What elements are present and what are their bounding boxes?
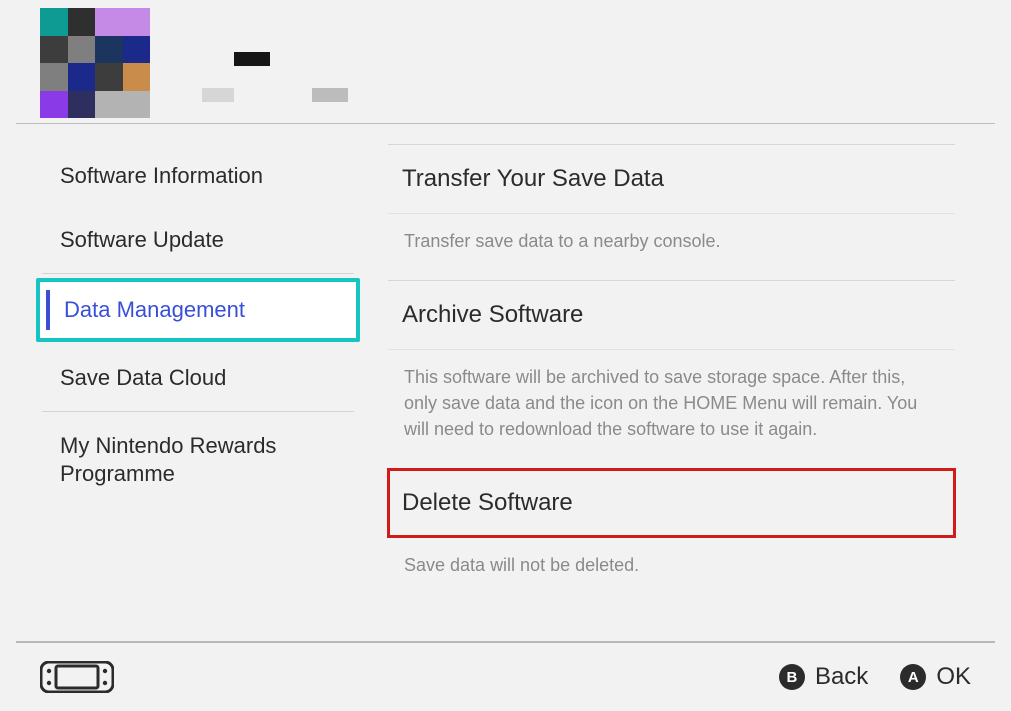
section-archive-software: Archive Software This software will be a… — [388, 280, 955, 468]
b-button-icon: B — [779, 664, 805, 690]
sidebar-divider — [42, 273, 354, 274]
sidebar-item-software-update[interactable]: Software Update — [36, 208, 360, 272]
hint-ok[interactable]: A OK — [900, 663, 971, 691]
section-transfer-save-data: Transfer Your Save Data Transfer save da… — [388, 144, 955, 280]
section-title: Transfer Your Save Data — [388, 145, 955, 213]
section-description: This software will be archived to save s… — [388, 349, 955, 468]
main-panel: Transfer Your Save Data Transfer save da… — [360, 144, 1011, 604]
sidebar-divider — [42, 411, 354, 412]
title-censor-bar — [312, 88, 348, 102]
option-delete-software[interactable]: Delete Software — [388, 469, 955, 537]
hint-label: OK — [936, 663, 971, 691]
a-button-icon: A — [900, 664, 926, 690]
hint-label: Back — [815, 663, 868, 691]
console-icon — [40, 661, 114, 693]
header — [16, 0, 995, 124]
sidebar-item-save-data-cloud[interactable]: Save Data Cloud — [36, 346, 360, 410]
sidebar-item-label: Software Information — [60, 163, 263, 188]
section-delete-software: Delete Software Save data will not be de… — [388, 468, 955, 604]
sidebar-item-label: Software Update — [60, 227, 224, 252]
sidebar-item-label: Save Data Cloud — [60, 365, 226, 390]
sidebar-item-software-information[interactable]: Software Information — [36, 144, 360, 208]
section-title: Archive Software — [388, 281, 955, 349]
section-title: Delete Software — [388, 469, 955, 537]
content-area: Software Information Software Update Dat… — [0, 124, 1011, 604]
sidebar-item-label: Data Management — [50, 297, 245, 322]
software-icon — [40, 8, 150, 118]
option-archive-software[interactable]: Archive Software — [388, 281, 955, 349]
title-censor-bar — [234, 52, 270, 66]
option-transfer-save-data[interactable]: Transfer Your Save Data — [388, 145, 955, 213]
section-description: Save data will not be deleted. — [388, 537, 955, 604]
footer-bar: B Back A OK — [16, 641, 995, 711]
sidebar-item-rewards-programme[interactable]: My Nintendo Rewards Programme — [36, 414, 360, 505]
section-description: Transfer save data to a nearby console. — [388, 213, 955, 280]
settings-sidebar: Software Information Software Update Dat… — [0, 144, 360, 604]
sidebar-item-data-management[interactable]: Data Management — [36, 278, 360, 342]
hint-back[interactable]: B Back — [779, 663, 868, 691]
title-censor-bar — [202, 88, 234, 102]
sidebar-item-label: My Nintendo Rewards Programme — [60, 433, 276, 486]
